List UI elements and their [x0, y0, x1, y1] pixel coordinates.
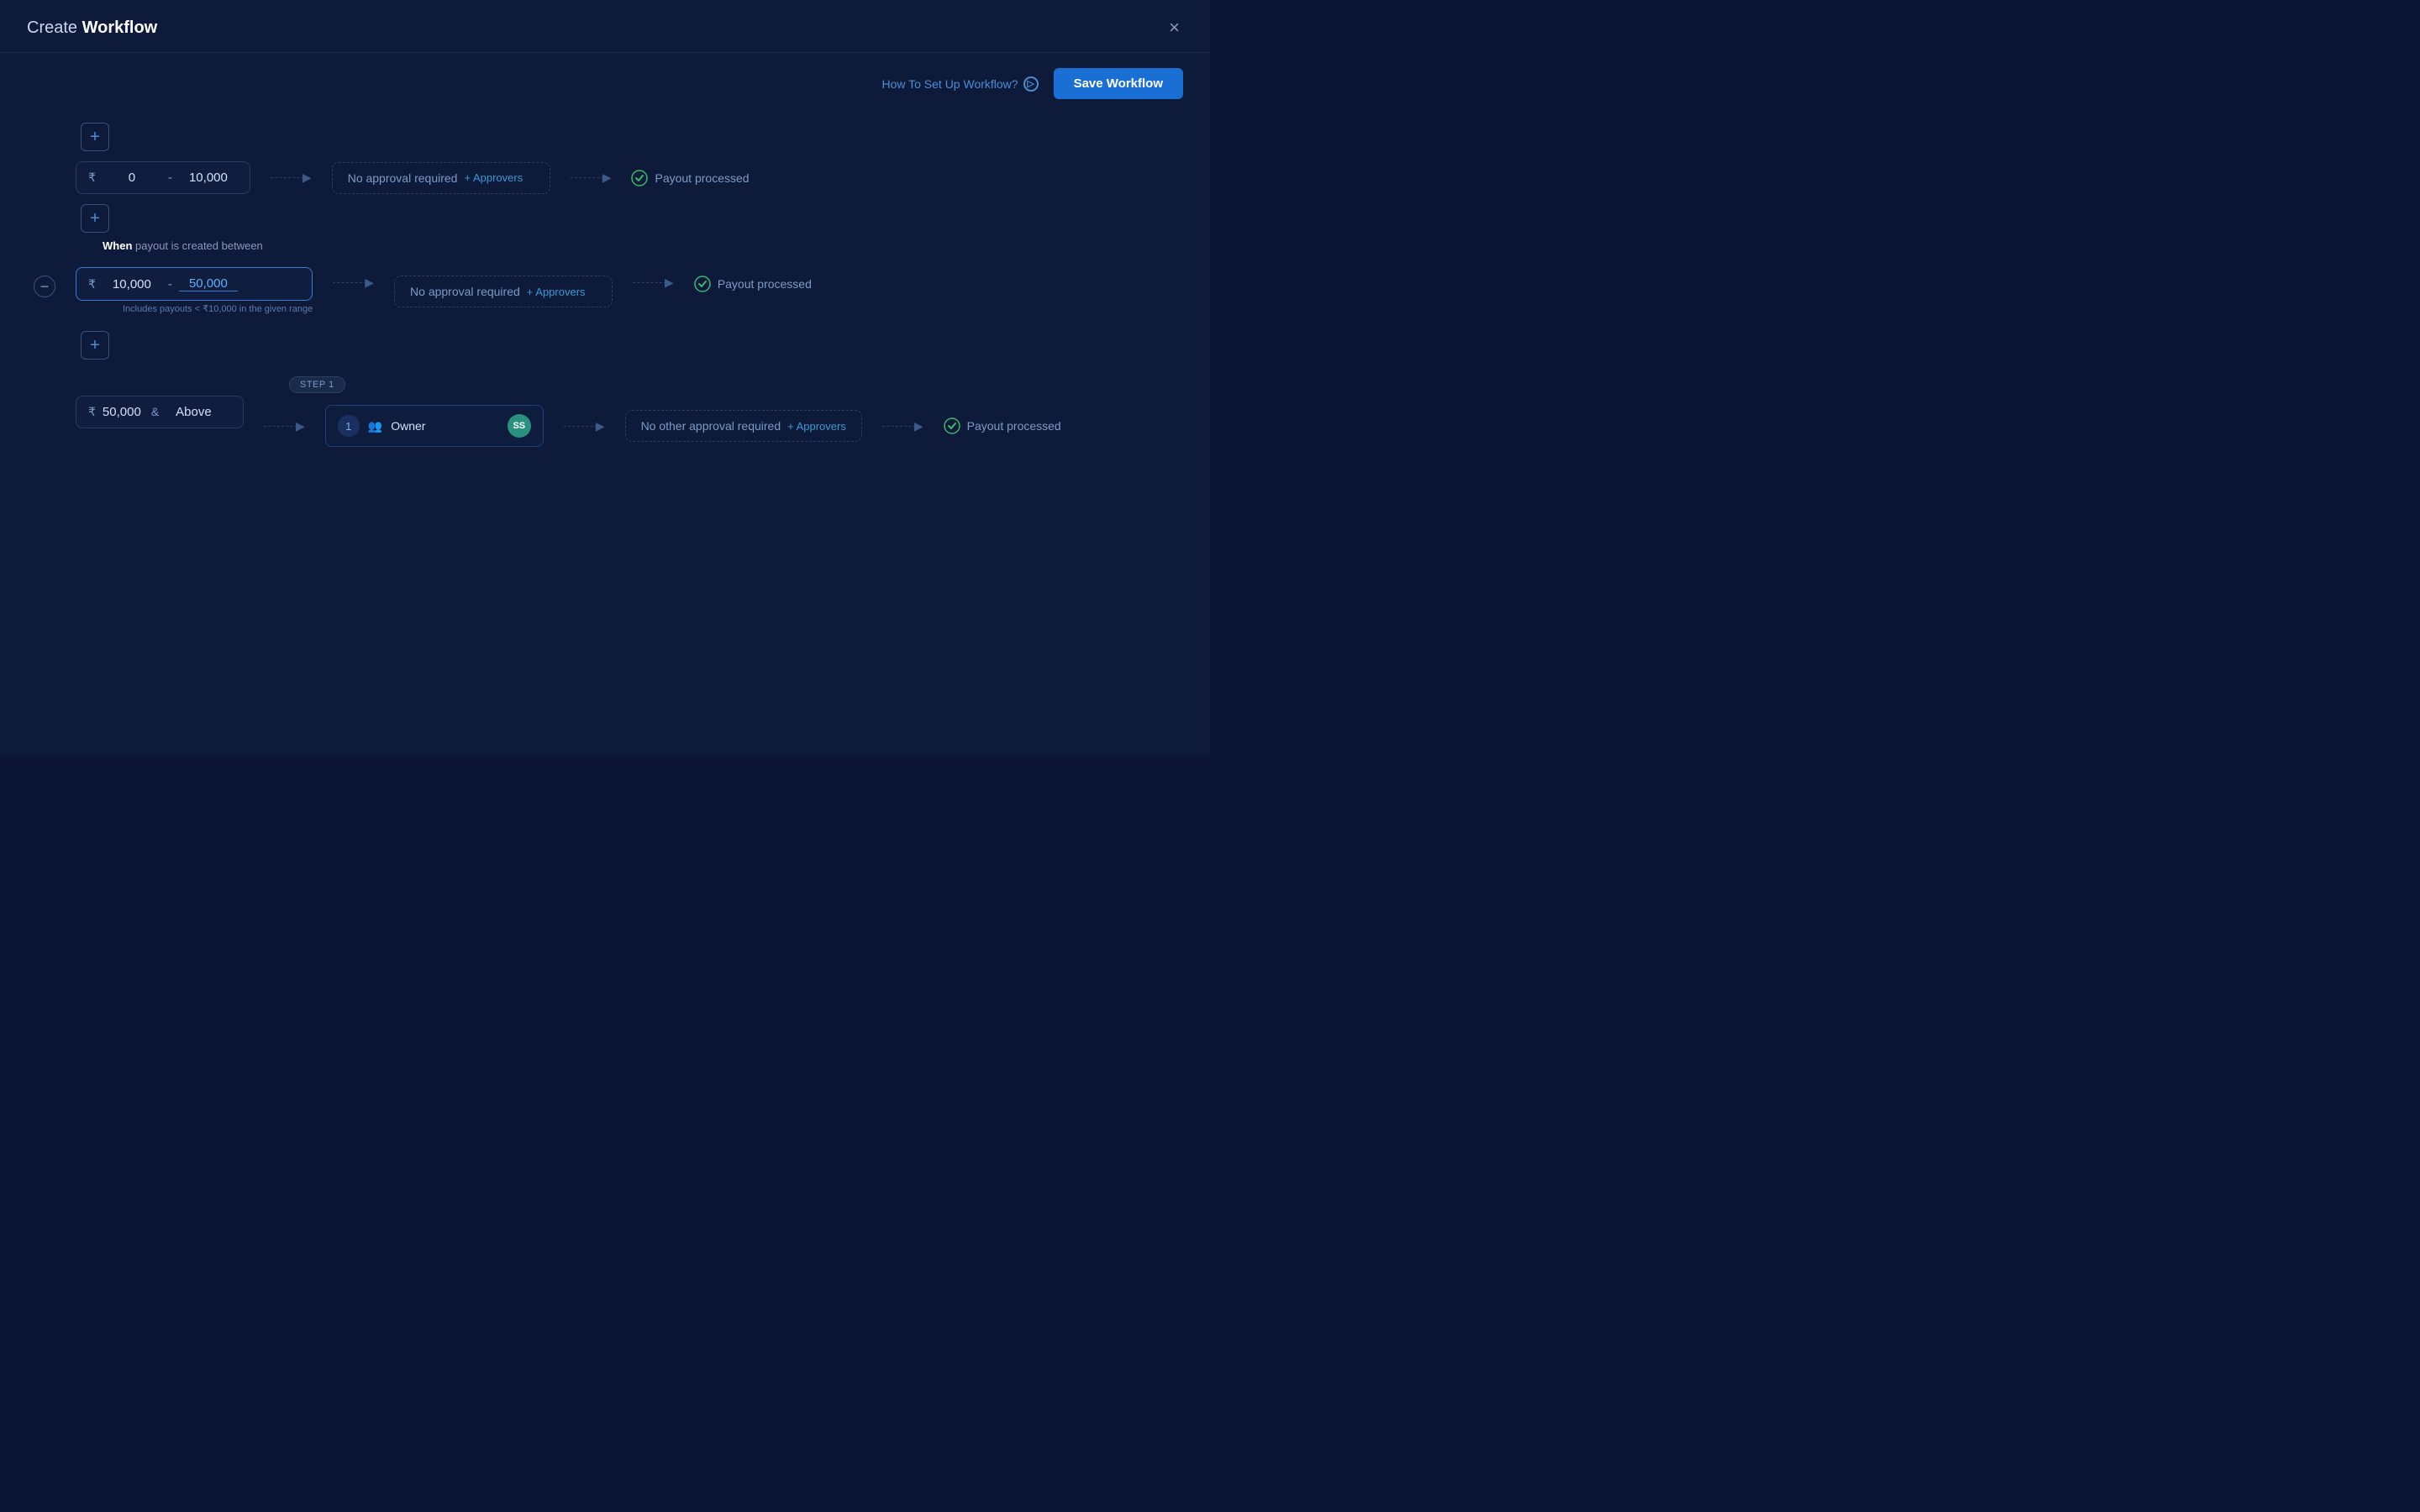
- add-approvers-btn-1[interactable]: + Approvers: [464, 171, 523, 184]
- connector-2b: ▶: [633, 276, 674, 290]
- approval-text-2: No approval required: [410, 285, 520, 298]
- payout-processed-3: Payout processed: [944, 417, 1061, 434]
- range-value-3: 50,000: [103, 405, 141, 419]
- help-link[interactable]: How To Set Up Workflow? ▷: [881, 76, 1038, 92]
- payout-processed-2: Payout processed: [694, 276, 812, 292]
- no-other-approval-box: No other approval required + Approvers: [625, 410, 862, 442]
- check-icon-2: [694, 276, 711, 292]
- toolbar: How To Set Up Workflow? ▷ Save Workflow: [0, 53, 1210, 108]
- dash-1: -: [168, 171, 172, 185]
- help-text: How To Set Up Workflow?: [881, 77, 1018, 91]
- no-other-text: No other approval required: [641, 419, 781, 433]
- currency-symbol-2: ₹: [88, 277, 96, 291]
- connector-3: ▶: [264, 419, 305, 433]
- range-box-2: ₹ -: [76, 267, 313, 301]
- approval-box-2: No approval required + Approvers: [394, 276, 613, 307]
- currency-symbol-3: ₹: [88, 405, 96, 419]
- connector-1: ▶: [271, 171, 312, 185]
- workflow-row-3-wrapper: ₹ 50,000 & Above STEP 1 ▶: [34, 366, 1176, 457]
- modal-body: + ₹ - ▶ No approval required + Approvers…: [0, 108, 1210, 756]
- approver-box-1: 1 👥 Owner SS: [325, 405, 544, 447]
- add-approvers-btn-2[interactable]: + Approvers: [527, 286, 586, 298]
- approver-role: Owner: [391, 419, 499, 433]
- add-approvers-btn-3[interactable]: + Approvers: [787, 420, 846, 433]
- currency-symbol-1: ₹: [88, 171, 96, 185]
- range-max-1[interactable]: [179, 171, 238, 185]
- connector-3b: ▶: [564, 419, 605, 433]
- payout-processed-1: Payout processed: [631, 170, 749, 186]
- add-row-button-lower[interactable]: +: [81, 331, 109, 360]
- range-box-3: ₹ 50,000 & Above: [76, 396, 244, 428]
- modal-header: Create Workflow ×: [0, 0, 1210, 53]
- range-min-2[interactable]: [103, 277, 161, 291]
- create-workflow-modal: Create Workflow × How To Set Up Workflow…: [0, 0, 1210, 756]
- step-label-1: STEP 1: [289, 376, 345, 393]
- approver-people-icon: 👥: [368, 419, 382, 433]
- save-workflow-button[interactable]: Save Workflow: [1054, 68, 1183, 99]
- approval-text-1: No approval required: [348, 171, 458, 185]
- payout-text-2: Payout processed: [718, 277, 812, 291]
- approver-count: 1: [338, 415, 360, 437]
- approval-box-1: No approval required + Approvers: [332, 162, 550, 194]
- range-box-1: ₹ -: [76, 161, 250, 194]
- payout-text-3: Payout processed: [967, 419, 1061, 433]
- check-icon-3: [944, 417, 960, 434]
- check-icon-1: [631, 170, 648, 186]
- payout-text-1: Payout processed: [655, 171, 749, 185]
- add-row-button-top[interactable]: +: [81, 123, 109, 151]
- range-hint-2: Includes payouts < ₹10,000 in the given …: [123, 303, 313, 314]
- when-label: When payout is created between: [103, 239, 1176, 252]
- amp-3: &: [151, 405, 159, 418]
- workflow-row-2-wrapper: When payout is created between − ₹ - Inc…: [34, 239, 1176, 324]
- help-icon: ▷: [1023, 76, 1039, 92]
- approver-avatar: SS: [508, 414, 531, 438]
- add-row-button-middle[interactable]: +: [81, 204, 109, 233]
- close-button[interactable]: ×: [1165, 15, 1183, 40]
- range-max-2[interactable]: [179, 276, 238, 291]
- modal-title: Create Workflow: [27, 18, 157, 38]
- workflow-row-2: − ₹ - Includes payouts < ₹10,000 in the …: [34, 267, 1176, 314]
- connector-2: ▶: [333, 276, 374, 290]
- range-min-1[interactable]: [103, 171, 161, 185]
- workflow-row-1: ₹ - ▶ No approval required + Approvers ▶: [34, 161, 1176, 194]
- remove-row-button[interactable]: −: [34, 276, 55, 297]
- connector-1b: ▶: [571, 171, 612, 185]
- connector-3c: ▶: [882, 419, 923, 433]
- workflow-row-3: ₹ 50,000 & Above STEP 1 ▶: [34, 376, 1176, 447]
- dash-2: -: [168, 277, 172, 291]
- above-label-3: Above: [176, 405, 212, 419]
